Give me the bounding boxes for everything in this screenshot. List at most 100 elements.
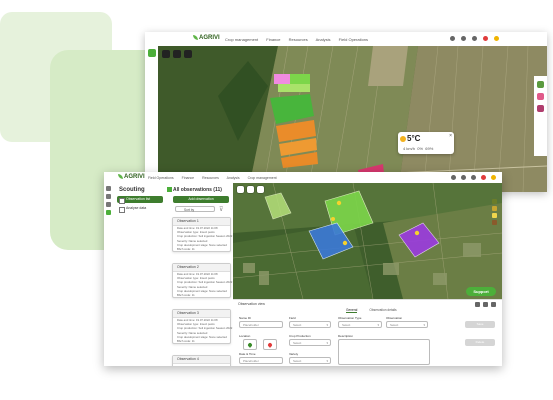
ruler-icon[interactable] xyxy=(257,186,264,193)
top-nav-bar: AGRIVI Crop management Finance Resources… xyxy=(145,32,547,47)
notification-icon[interactable] xyxy=(481,175,486,180)
help-icon[interactable] xyxy=(451,175,456,180)
filter-icon[interactable]: ⊽ xyxy=(219,206,223,213)
observation-card[interactable]: Observation 1 Date and time: 19.07.2022 … xyxy=(172,217,233,253)
legend-panel xyxy=(534,76,547,156)
observation-form: Observation view General Observation det… xyxy=(233,299,502,366)
layers-icon[interactable] xyxy=(162,50,170,58)
card-title: Observation 3 xyxy=(173,310,230,318)
observation-card[interactable]: Observation 4 xyxy=(172,355,231,366)
card-title: Observation 1 xyxy=(173,218,230,226)
legend-swatch[interactable] xyxy=(492,206,497,211)
tab-general[interactable]: General xyxy=(346,308,358,313)
draw-icon[interactable] xyxy=(247,186,254,193)
front-app-window: AGRIVI Field Operations Finance Resource… xyxy=(104,172,502,366)
map-toolbar xyxy=(162,50,192,58)
side-nav xyxy=(145,46,159,192)
nav-item[interactable]: Finance xyxy=(266,37,280,42)
observation-card[interactable]: Observation 3 Date and time: 19.07.2022 … xyxy=(172,309,233,345)
card-line: Bbch code: 11 xyxy=(177,247,195,252)
weather-temp: 5°C xyxy=(407,134,421,143)
nav-item[interactable]: Analysis xyxy=(316,37,331,42)
map-icon[interactable] xyxy=(106,202,111,207)
location-pin-button[interactable] xyxy=(263,339,277,350)
scouting-icon[interactable] xyxy=(106,210,111,215)
datetime-input[interactable]: Placeholder xyxy=(239,357,283,364)
main-nav: Field Operations Finance Resources Analy… xyxy=(148,176,284,180)
form-header: Observation view xyxy=(238,302,265,306)
collapse-button[interactable] xyxy=(167,187,172,192)
location-pin-button[interactable] xyxy=(243,339,257,350)
save-button[interactable]: Save xyxy=(465,321,495,328)
toolbar-icons xyxy=(451,175,496,180)
observation-label: Observation xyxy=(386,316,403,320)
help-icon[interactable] xyxy=(450,36,455,41)
nav-item[interactable]: Analysis xyxy=(227,176,240,180)
card-line: Bbch code: 11 xyxy=(177,339,195,344)
legend-swatch[interactable] xyxy=(537,105,544,112)
ruler-icon[interactable] xyxy=(184,50,192,58)
satellite-map[interactable]: 5°C × 4 km/h 0% 69% xyxy=(158,46,547,192)
field-select[interactable]: Select ▾ xyxy=(289,321,331,328)
calendar-icon[interactable] xyxy=(461,175,466,180)
card-line: Crop production: Soil ingestion Season 2… xyxy=(177,280,233,285)
description-textarea[interactable] xyxy=(338,339,430,365)
nav-item[interactable]: Field Operations xyxy=(148,176,174,180)
card-title: Observation 2 xyxy=(173,264,230,272)
name-input[interactable]: Placeholder xyxy=(239,321,283,328)
scouting-item-analyse-data[interactable]: Analyse data xyxy=(117,205,163,213)
card-line: Bbch code: 11 xyxy=(177,293,195,298)
legend-panel xyxy=(490,197,499,225)
close-icon[interactable]: × xyxy=(449,133,452,139)
draw-icon[interactable] xyxy=(173,50,181,58)
legend-swatch[interactable] xyxy=(492,220,497,225)
nav-item[interactable]: Finance xyxy=(182,176,194,180)
main-nav: Crop management Finance Resources Analys… xyxy=(225,37,375,42)
legend-swatch[interactable] xyxy=(492,213,497,218)
satellite-map[interactable]: Support xyxy=(233,183,502,299)
toolbar-icons xyxy=(450,36,499,41)
home-icon[interactable] xyxy=(106,186,111,191)
scouting-panel: Scouting Observation list Analyse data xyxy=(113,183,168,366)
expand-icon[interactable] xyxy=(475,302,480,307)
delete-button[interactable]: Delete xyxy=(465,339,495,346)
add-observation-button[interactable]: Add observation xyxy=(173,196,229,203)
nav-item[interactable]: Resources xyxy=(202,176,219,180)
back-app-window: AGRIVI Crop management Finance Resources… xyxy=(145,32,547,192)
legend-swatch[interactable] xyxy=(537,93,544,100)
layers-icon[interactable] xyxy=(237,186,244,193)
scouting-item-observation-list[interactable]: Observation list xyxy=(117,196,163,204)
weather-details: 4 km/h 0% 69% xyxy=(403,146,434,151)
user-avatar-icon[interactable] xyxy=(491,175,496,180)
observations-title: All observations (11) xyxy=(173,187,222,193)
observation-card[interactable]: Observation 2 Date and time: 19.07.2022 … xyxy=(172,263,233,299)
crop-production-select[interactable]: Select ▾ xyxy=(289,339,331,346)
chat-icon[interactable] xyxy=(471,175,476,180)
support-button[interactable]: Support xyxy=(466,287,496,296)
card-line: Crop production: Soil ingestion Season 2… xyxy=(177,234,233,239)
filter-icon[interactable] xyxy=(106,194,111,199)
tab-observation-details[interactable]: Observation details xyxy=(369,308,396,313)
nav-item[interactable]: Crop management xyxy=(248,176,277,180)
form-tabs: General Observation details xyxy=(346,308,397,313)
card-title: Observation 4 xyxy=(173,356,230,364)
user-avatar-icon[interactable] xyxy=(494,36,499,41)
minimize-icon[interactable] xyxy=(483,302,488,307)
observation-type-select[interactable]: Select ▾ xyxy=(338,321,382,328)
calendar-icon[interactable] xyxy=(461,36,466,41)
nav-item[interactable]: Resources xyxy=(289,37,308,42)
map-nav-button[interactable] xyxy=(147,49,156,57)
legend-swatch[interactable] xyxy=(492,199,497,204)
nav-item[interactable]: Field Operations xyxy=(339,37,368,42)
nav-item[interactable]: Crop management xyxy=(225,37,258,42)
observation-select[interactable]: Select ▾ xyxy=(386,321,428,328)
crop-production-label: Crop Production xyxy=(289,334,311,338)
datetime-label: Date & Time xyxy=(239,352,256,356)
legend-swatch[interactable] xyxy=(537,81,544,88)
card-line: Crop production: Soil ingestion Season 2… xyxy=(177,326,233,331)
chat-icon[interactable] xyxy=(472,36,477,41)
notification-icon[interactable] xyxy=(483,36,488,41)
close-icon[interactable] xyxy=(491,302,496,307)
variety-select[interactable]: Select ▾ xyxy=(289,357,331,364)
sort-dropdown[interactable]: Sort by xyxy=(175,206,215,212)
